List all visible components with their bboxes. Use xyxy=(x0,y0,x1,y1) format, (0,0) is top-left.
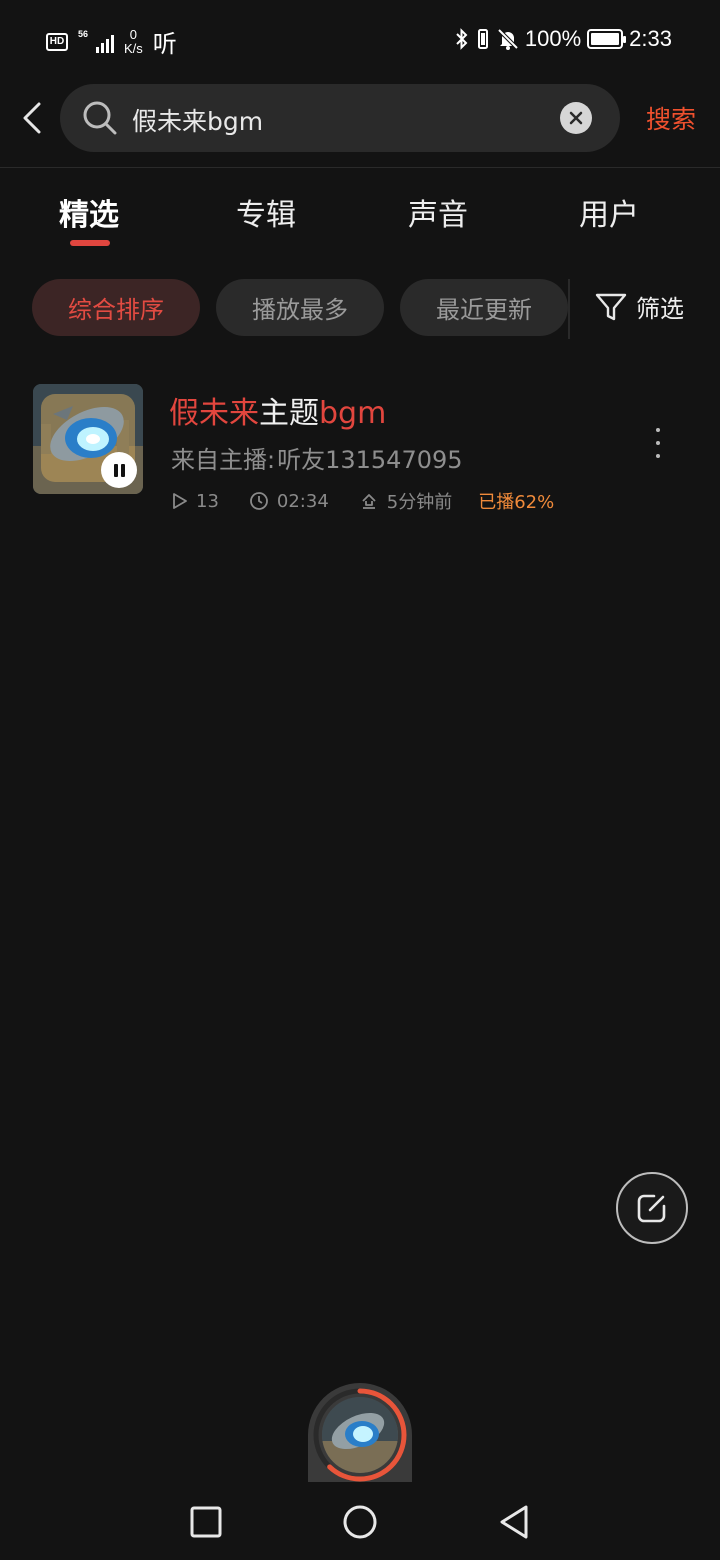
result-tabs: 精选 专辑 声音 用户 xyxy=(0,190,720,260)
battery-percent: 100% xyxy=(524,26,582,51)
tab-sounds[interactable]: 声音 xyxy=(408,190,468,234)
triangle-back-icon xyxy=(500,1505,528,1539)
floating-edit-button[interactable] xyxy=(616,1172,688,1244)
status-bar: HD 56 0 K/s 听 100% 2:33 xyxy=(0,0,720,80)
back-nav-button[interactable] xyxy=(494,1502,534,1542)
bluetooth-icon xyxy=(456,28,468,50)
active-tab-indicator xyxy=(70,240,110,246)
chevron-left-icon xyxy=(23,102,41,134)
upload-time-value: 5分钟前 xyxy=(386,492,453,513)
back-button[interactable] xyxy=(14,100,50,136)
search-button[interactable]: 搜索 xyxy=(646,100,696,136)
square-icon xyxy=(190,1506,222,1538)
tab-albums[interactable]: 专辑 xyxy=(236,190,296,234)
sort-chip-recently-updated[interactable]: 最近更新 xyxy=(400,279,568,336)
sort-chip-most-played[interactable]: 播放最多 xyxy=(216,279,384,336)
mini-player[interactable] xyxy=(308,1383,412,1487)
recent-apps-button[interactable] xyxy=(186,1502,226,1542)
network-speed: 0 K/s xyxy=(124,26,143,56)
filter-button[interactable]: 筛选 xyxy=(594,289,684,324)
close-icon xyxy=(569,111,583,125)
play-icon xyxy=(173,493,187,509)
listen-progress: 已播62% xyxy=(478,492,555,513)
sort-chip-comprehensive[interactable]: 综合排序 xyxy=(32,279,200,336)
mini-player-cover[interactable] xyxy=(322,1397,398,1473)
pause-icon xyxy=(113,463,118,477)
funnel-icon xyxy=(595,293,627,320)
signal-icon: 56 xyxy=(78,29,114,55)
cover-art-image xyxy=(322,1397,398,1473)
more-options-button[interactable] xyxy=(648,428,668,458)
track-title[interactable]: 假未来主题bgm xyxy=(169,388,386,432)
network-type: 56 xyxy=(78,28,89,39)
filter-label: 筛选 xyxy=(636,295,684,323)
edit-icon xyxy=(637,1194,666,1223)
tab-featured[interactable]: 精选 xyxy=(59,190,119,234)
clock: 2:33 xyxy=(629,26,672,51)
search-query-text[interactable]: 假未来bgm xyxy=(132,102,263,138)
speed-unit: K/s xyxy=(124,40,143,56)
upload-time: 5分钟前 xyxy=(359,488,452,514)
upload-icon xyxy=(362,494,376,509)
title-highlight: 假未来 xyxy=(169,396,259,431)
speed-value: 0 xyxy=(129,26,138,42)
duration: 02:34 xyxy=(249,491,329,512)
battery-icon xyxy=(587,29,627,49)
title-plain: 主题 xyxy=(259,396,319,431)
duration-value: 02:34 xyxy=(276,490,329,512)
app-notification-icon: 听 xyxy=(152,30,177,58)
vibrate-icon xyxy=(477,29,488,49)
search-header: 假未来bgm 搜索 xyxy=(0,80,720,168)
system-nav-bar xyxy=(0,1482,720,1560)
divider xyxy=(568,279,570,339)
app-root: HD 56 0 K/s 听 100% 2:33 假未来bgm 搜索 精选 专辑 … xyxy=(0,0,720,1560)
status-right: 100% 2:33 xyxy=(455,26,672,52)
play-count: 13 xyxy=(172,491,219,512)
track-meta: 13 02:34 5分钟前 已播62% xyxy=(172,488,554,514)
circle-icon xyxy=(343,1505,377,1539)
search-input[interactable]: 假未来bgm xyxy=(60,84,620,152)
search-icon xyxy=(83,101,117,135)
clear-search-button[interactable] xyxy=(560,102,592,134)
play-count-value: 13 xyxy=(196,490,219,512)
list-item[interactable]: 假未来主题bgm 来自主播:听友131547095 13 02:34 5分钟前 … xyxy=(0,380,720,520)
author-name: 听友131547095 xyxy=(277,446,463,474)
tab-users[interactable]: 用户 xyxy=(579,190,639,234)
clock-icon xyxy=(250,492,268,510)
sort-filter-bar: 综合排序 播放最多 最近更新 筛选 xyxy=(0,279,720,339)
more-vertical-icon xyxy=(656,428,660,432)
hd-badge: HD xyxy=(46,32,68,51)
status-left: HD 56 0 K/s 听 xyxy=(46,24,177,59)
pause-button[interactable] xyxy=(101,452,137,488)
mute-bell-icon xyxy=(497,28,519,50)
title-highlight: bgm xyxy=(319,396,387,431)
home-button[interactable] xyxy=(340,1502,380,1542)
track-author: 来自主播:听友131547095 xyxy=(169,440,463,475)
author-prefix: 来自主播: xyxy=(171,446,276,474)
